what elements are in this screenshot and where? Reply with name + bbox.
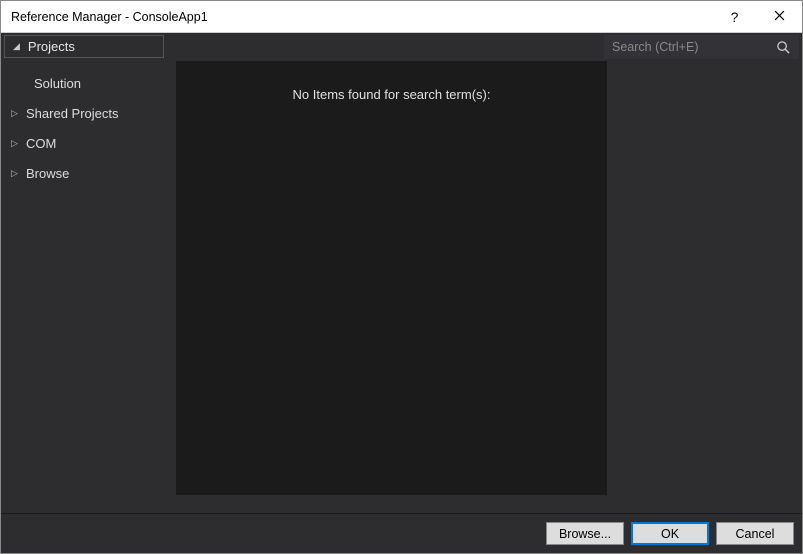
titlebar: Reference Manager - ConsoleApp1 ? xyxy=(1,1,802,33)
help-button[interactable]: ? xyxy=(712,1,757,32)
browse-button[interactable]: Browse... xyxy=(546,522,624,545)
expander-right-icon: ▷ xyxy=(11,138,19,149)
button-label: Browse... xyxy=(559,527,611,541)
button-label: Cancel xyxy=(736,527,775,541)
sidebar-item-com[interactable]: ▷ COM xyxy=(1,128,176,158)
results-panel: No Items found for search term(s): xyxy=(176,61,607,495)
sidebar-item-label: COM xyxy=(26,136,56,151)
footer: Browse... OK Cancel xyxy=(1,513,802,553)
button-label: OK xyxy=(661,527,679,541)
category-tab-projects[interactable]: ◢ Projects xyxy=(4,35,164,58)
sidebar-item-shared-projects[interactable]: ▷ Shared Projects xyxy=(1,98,176,128)
expander-down-icon: ◢ xyxy=(13,42,20,51)
search-box[interactable] xyxy=(604,35,799,59)
window-title: Reference Manager - ConsoleApp1 xyxy=(11,10,712,24)
help-icon: ? xyxy=(731,9,739,25)
expander-right-icon: ▷ xyxy=(11,168,19,179)
sidebar-item-label: Browse xyxy=(26,166,69,181)
search-input[interactable] xyxy=(612,40,776,54)
category-tab-label: Projects xyxy=(28,39,75,54)
empty-results-message: No Items found for search term(s): xyxy=(293,87,491,495)
search-icon[interactable] xyxy=(776,40,791,55)
body: Solution ▷ Shared Projects ▷ COM ▷ Brows… xyxy=(1,60,802,513)
sidebar-item-label: Solution xyxy=(34,76,81,91)
sidebar: Solution ▷ Shared Projects ▷ COM ▷ Brows… xyxy=(1,60,176,513)
close-button[interactable] xyxy=(757,1,802,32)
expander-right-icon: ▷ xyxy=(11,108,19,119)
reference-manager-dialog: Reference Manager - ConsoleApp1 ? ◢ Proj… xyxy=(0,0,803,554)
cancel-button[interactable]: Cancel xyxy=(716,522,794,545)
ok-button[interactable]: OK xyxy=(631,522,709,545)
details-panel xyxy=(607,60,802,513)
sidebar-item-solution[interactable]: Solution xyxy=(1,68,176,98)
content-area: No Items found for search term(s): xyxy=(176,60,802,513)
sidebar-item-browse[interactable]: ▷ Browse xyxy=(1,158,176,188)
sidebar-item-label: Shared Projects xyxy=(26,106,119,121)
top-row: ◢ Projects xyxy=(1,33,802,60)
close-icon xyxy=(774,10,785,24)
